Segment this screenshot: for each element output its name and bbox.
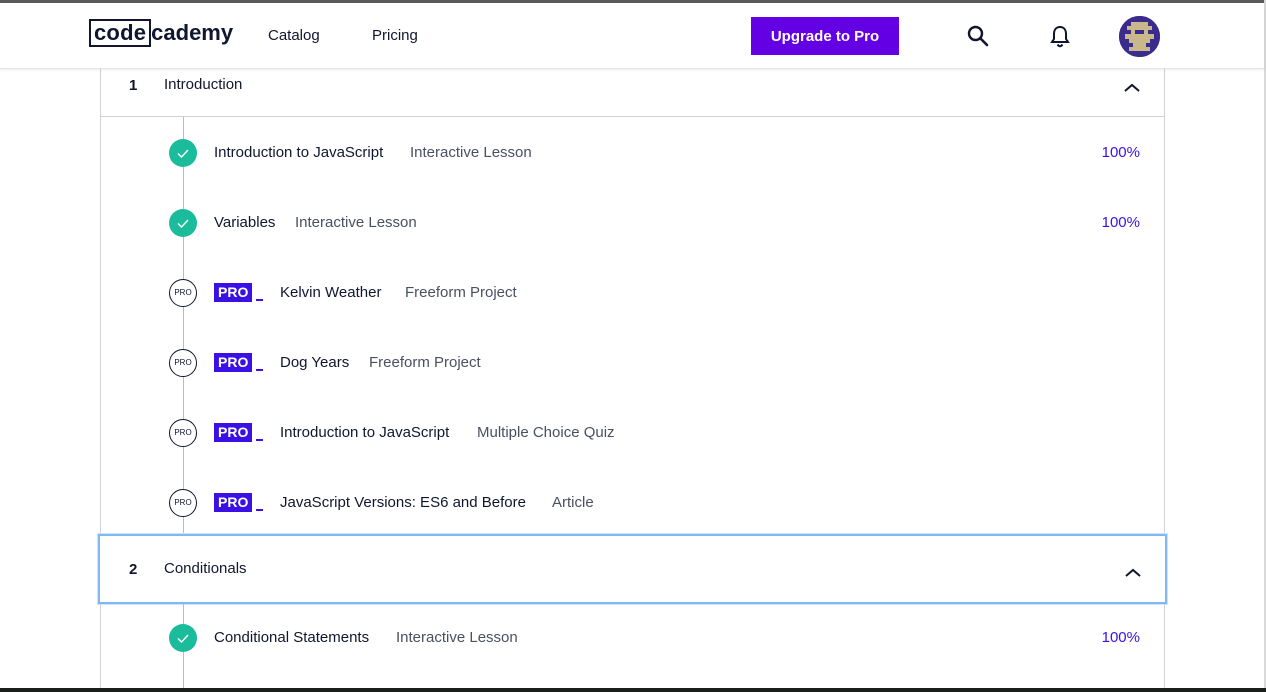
logo-code: code — [89, 19, 152, 47]
nav-pricing[interactable]: Pricing — [372, 27, 418, 44]
check-circle-icon — [169, 209, 197, 237]
timeline-line — [183, 117, 184, 535]
pro-badge-cursor — [256, 369, 263, 371]
pro-badge-cursor — [256, 299, 263, 301]
lesson-title: Kelvin Weather — [280, 284, 382, 301]
window-bottom-edge — [0, 688, 1266, 692]
chevron-up-icon[interactable] — [1124, 565, 1142, 583]
check-circle-icon — [169, 139, 197, 167]
section-header-conditionals[interactable]: 2 Conditionals — [98, 534, 1167, 604]
chevron-up-icon[interactable] — [1123, 80, 1141, 98]
check-circle-icon — [169, 624, 197, 652]
avatar[interactable] — [1119, 16, 1160, 57]
lesson-type: Interactive Lesson — [295, 214, 417, 231]
pro-badge-cursor — [256, 509, 263, 511]
list-item[interactable]: PRO PRO Dog Years Freeform Project — [101, 342, 1164, 382]
list-item[interactable]: Variables Interactive Lesson 100% — [101, 202, 1164, 242]
section-number: 2 — [129, 561, 138, 578]
list-item[interactable]: PRO PRO Kelvin Weather Freeform Project — [101, 272, 1164, 312]
progress-percent: 100% — [1101, 144, 1140, 161]
pro-badge: PRO — [214, 493, 253, 512]
codecademy-logo[interactable]: code cademy — [89, 19, 233, 47]
lesson-title: Variables — [214, 214, 276, 231]
pro-badge: PRO — [214, 423, 253, 442]
list-item[interactable]: PRO PRO Introduction to JavaScript Multi… — [101, 412, 1164, 452]
pro-lock-icon: PRO — [169, 279, 197, 307]
lesson-title: Introduction to JavaScript — [214, 144, 384, 161]
pro-lock-icon: PRO — [169, 489, 197, 517]
progress-percent: 100% — [1101, 629, 1140, 646]
logo-cademy: cademy — [151, 20, 234, 45]
list-item[interactable]: PRO PRO JavaScript Versions: ES6 and Bef… — [101, 482, 1164, 522]
lesson-title: JavaScript Versions: ES6 and Before — [280, 494, 526, 511]
lesson-type: Interactive Lesson — [396, 629, 518, 646]
bell-icon[interactable] — [1050, 25, 1070, 54]
lesson-title: Dog Years — [280, 354, 350, 371]
lesson-type: Article — [552, 494, 594, 511]
lesson-title: Conditional Statements — [214, 629, 370, 646]
pro-badge: PRO — [214, 353, 253, 372]
section-1-lessons: Introduction to JavaScript Interactive L… — [100, 117, 1165, 535]
section-header-introduction[interactable]: 1 Introduction — [100, 69, 1165, 117]
section-title: Introduction — [164, 76, 243, 93]
lesson-type: Freeform Project — [369, 354, 481, 371]
pro-badge-cursor — [256, 439, 263, 441]
section-number: 1 — [129, 77, 138, 94]
pro-lock-icon: PRO — [169, 419, 197, 447]
lesson-title: Introduction to JavaScript — [280, 424, 450, 441]
lesson-type: Freeform Project — [405, 284, 517, 301]
section-title: Conditionals — [164, 560, 247, 577]
upgrade-to-pro-button[interactable]: Upgrade to Pro — [751, 17, 899, 55]
lesson-type: Multiple Choice Quiz — [477, 424, 615, 441]
lesson-type: Interactive Lesson — [410, 144, 532, 161]
progress-percent: 100% — [1101, 214, 1140, 231]
list-item[interactable]: Conditional Statements Interactive Lesso… — [101, 617, 1164, 657]
site-header: code cademy Catalog Pricing Upgrade to P… — [0, 3, 1264, 69]
section-2-lessons: Conditional Statements Interactive Lesso… — [100, 604, 1165, 688]
pro-badge: PRO — [214, 283, 253, 302]
list-item[interactable]: Introduction to JavaScript Interactive L… — [101, 132, 1164, 172]
search-icon[interactable] — [967, 25, 989, 52]
nav-catalog[interactable]: Catalog — [268, 27, 320, 44]
pro-lock-icon: PRO — [169, 349, 197, 377]
